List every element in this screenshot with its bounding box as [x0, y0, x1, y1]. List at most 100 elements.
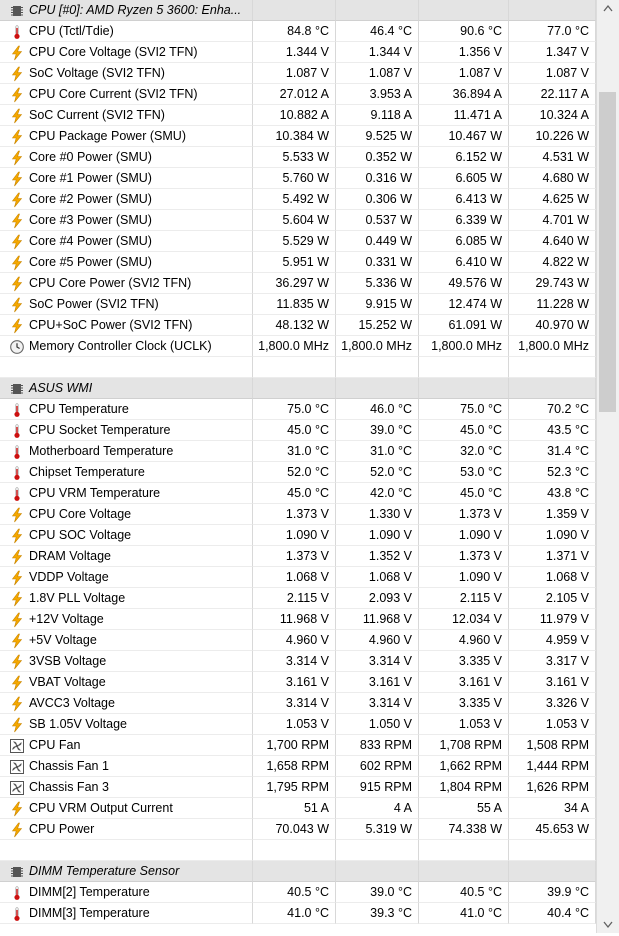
- sensor-row[interactable]: Chassis Fan 3 1,795 RPM 915 RPM 1,804 RPM 1,…: [0, 777, 596, 798]
- sensor-row[interactable]: CPU Power 70.043 W 5.319 W 74.338 W 45.653 W: [0, 819, 596, 840]
- sensor-row[interactable]: Core #3 Power (SMU) 5.604 W 0.537 W 6.339 W…: [0, 210, 596, 231]
- sensor-row[interactable]: SoC Voltage (SVI2 TFN) 1.087 V 1.087 V 1.08…: [0, 63, 596, 84]
- average-value: 31.4 °C: [509, 441, 596, 462]
- minimum-value: 46.4 °C: [336, 21, 419, 42]
- sensor-row[interactable]: Chassis Fan 1 1,658 RPM 602 RPM 1,662 RPM 1,…: [0, 756, 596, 777]
- minimum-value: 1,800.0 MHz: [336, 336, 419, 357]
- average-value: 1.347 V: [509, 42, 596, 63]
- sensor-row[interactable]: Core #5 Power (SMU) 5.951 W 0.331 W 6.410 W…: [0, 252, 596, 273]
- minimum-value: 3.314 V: [336, 693, 419, 714]
- minimum-value: 3.953 A: [336, 84, 419, 105]
- sensor-row[interactable]: Core #2 Power (SMU) 5.492 W 0.306 W 6.413 W…: [0, 189, 596, 210]
- sensor-row[interactable]: AVCC3 Voltage 3.314 V 3.314 V 3.335 V 3.326 …: [0, 693, 596, 714]
- sensor-label: Chassis Fan 3: [0, 777, 253, 798]
- lightning-icon: [9, 108, 25, 124]
- sensor-row[interactable]: CPU SOC Voltage 1.090 V 1.090 V 1.090 V 1.09…: [0, 525, 596, 546]
- sensor-row[interactable]: CPU+SoC Power (SVI2 TFN) 48.132 W 15.252 W…: [0, 315, 596, 336]
- maximum-value: 6.085 W: [419, 231, 509, 252]
- sensor-row[interactable]: 3VSB Voltage 3.314 V 3.314 V 3.335 V 3.317 V: [0, 651, 596, 672]
- maximum-value: 49.576 W: [419, 273, 509, 294]
- current-value: 1,658 RPM: [253, 756, 336, 777]
- current-value: 5.492 W: [253, 189, 336, 210]
- sensor-row[interactable]: SoC Current (SVI2 TFN) 10.882 A 9.118 A 11.…: [0, 105, 596, 126]
- sensor-row[interactable]: DIMM[2] Temperature 40.5 °C 39.0 °C 40.5 °C…: [0, 882, 596, 903]
- sensor-label: CPU Core Voltage (SVI2 TFN): [0, 42, 253, 63]
- sensor-row[interactable]: Core #1 Power (SMU) 5.760 W 0.316 W 6.605 W…: [0, 168, 596, 189]
- sensor-row[interactable]: SoC Power (SVI2 TFN) 11.835 W 9.915 W 12.47…: [0, 294, 596, 315]
- section-header[interactable]: ASUS WMI: [0, 378, 596, 399]
- spacer-cell: [509, 840, 596, 861]
- minimum-value: 2.093 V: [336, 588, 419, 609]
- average-value: 4.822 W: [509, 252, 596, 273]
- lightning-icon: [9, 276, 25, 292]
- scroll-up-arrow-icon[interactable]: [597, 0, 619, 17]
- maximum-value: 1,708 RPM: [419, 735, 509, 756]
- sensor-row[interactable]: CPU VRM Temperature 45.0 °C 42.0 °C 45.0 °C…: [0, 483, 596, 504]
- sensor-row[interactable]: CPU (Tctl/Tdie) 84.8 °C 46.4 °C 90.6 °C 77.0…: [0, 21, 596, 42]
- sensor-label: VDDP Voltage: [0, 567, 253, 588]
- lightning-icon: [9, 150, 25, 166]
- spacer-cell: [419, 357, 509, 378]
- minimum-value: 46.0 °C: [336, 399, 419, 420]
- maximum-value: 1.356 V: [419, 42, 509, 63]
- sensor-row[interactable]: Core #0 Power (SMU) 5.533 W 0.352 W 6.152 W…: [0, 147, 596, 168]
- sensor-row[interactable]: CPU Core Voltage 1.373 V 1.330 V 1.373 V 1.3…: [0, 504, 596, 525]
- minimum-value: 3.314 V: [336, 651, 419, 672]
- sensor-row[interactable]: +5V Voltage 4.960 V 4.960 V 4.960 V 4.959 V: [0, 630, 596, 651]
- minimum-value: 9.525 W: [336, 126, 419, 147]
- sensor-label: CPU Temperature: [0, 399, 253, 420]
- sensor-label: CPU Core Voltage: [0, 504, 253, 525]
- lightning-icon: [9, 654, 25, 670]
- sensor-row[interactable]: DIMM[3] Temperature 41.0 °C 39.3 °C 41.0 °C…: [0, 903, 596, 924]
- sensor-row[interactable]: SB 1.05V Voltage 1.053 V 1.050 V 1.053 V 1.0…: [0, 714, 596, 735]
- sensor-row[interactable]: DRAM Voltage 1.373 V 1.352 V 1.373 V 1.371 V: [0, 546, 596, 567]
- current-value: 5.533 W: [253, 147, 336, 168]
- current-value: 1,700 RPM: [253, 735, 336, 756]
- sensor-row[interactable]: Memory Controller Clock (UCLK) 1,800.0 MH…: [0, 336, 596, 357]
- maximum-value: 3.335 V: [419, 651, 509, 672]
- sensor-row[interactable]: CPU Socket Temperature 45.0 °C 39.0 °C 45.0…: [0, 420, 596, 441]
- sensor-label: SB 1.05V Voltage: [0, 714, 253, 735]
- sensor-row[interactable]: 1.8V PLL Voltage 2.115 V 2.093 V 2.115 V 2.1…: [0, 588, 596, 609]
- sensor-row[interactable]: CPU Core Current (SVI2 TFN) 27.012 A 3.953…: [0, 84, 596, 105]
- header-cell: [419, 378, 509, 399]
- sensor-row[interactable]: CPU Temperature 75.0 °C 46.0 °C 75.0 °C 70.2…: [0, 399, 596, 420]
- spacer-cell: [509, 357, 596, 378]
- sensor-row[interactable]: CPU Core Power (SVI2 TFN) 36.297 W 5.336 W…: [0, 273, 596, 294]
- minimum-value: 11.968 V: [336, 609, 419, 630]
- header-cell: [336, 861, 419, 882]
- sensor-row[interactable]: CPU VRM Output Current 51 A4 A 55 A 34 A: [0, 798, 596, 819]
- sensor-row[interactable]: Core #4 Power (SMU) 5.529 W 0.449 W 6.085 W…: [0, 231, 596, 252]
- sensor-label: VBAT Voltage: [0, 672, 253, 693]
- lightning-icon: [9, 822, 25, 838]
- sensor-label: SoC Power (SVI2 TFN): [0, 294, 253, 315]
- sensor-row[interactable]: CPU Core Voltage (SVI2 TFN) 1.344 V 1.344 …: [0, 42, 596, 63]
- sensor-row[interactable]: +12V Voltage 11.968 V 11.968 V 12.034 V 11.9…: [0, 609, 596, 630]
- current-value: 3.314 V: [253, 651, 336, 672]
- lightning-icon: [9, 171, 25, 187]
- maximum-value: 75.0 °C: [419, 399, 509, 420]
- vertical-scrollbar[interactable]: [596, 0, 619, 933]
- sensor-row[interactable]: Motherboard Temperature 31.0 °C 31.0 °C 32.…: [0, 441, 596, 462]
- section-header[interactable]: DIMM Temperature Sensor: [0, 861, 596, 882]
- thermometer-icon: [9, 24, 25, 40]
- sensor-row[interactable]: CPU Package Power (SMU) 10.384 W 9.525 W 10…: [0, 126, 596, 147]
- current-value: 27.012 A: [253, 84, 336, 105]
- average-value: 1.371 V: [509, 546, 596, 567]
- average-value: 45.653 W: [509, 819, 596, 840]
- current-value: 48.132 W: [253, 315, 336, 336]
- sensor-row[interactable]: VDDP Voltage 1.068 V 1.068 V 1.090 V 1.068 V: [0, 567, 596, 588]
- sensor-row[interactable]: CPU Fan 1,700 RPM 833 RPM 1,708 RPM 1,508 RP…: [0, 735, 596, 756]
- scroll-down-arrow-icon[interactable]: [597, 916, 619, 933]
- lightning-icon: [9, 234, 25, 250]
- maximum-value: 1,804 RPM: [419, 777, 509, 798]
- scrollbar-thumb[interactable]: [599, 92, 616, 412]
- sensor-row[interactable]: VBAT Voltage 3.161 V 3.161 V 3.161 V 3.161 V: [0, 672, 596, 693]
- thermometer-icon: [9, 402, 25, 418]
- sensor-table: CPU [#0]: AMD Ryzen 5 3600: Enha... CPU (…: [0, 0, 596, 924]
- sensor-row[interactable]: Chipset Temperature 52.0 °C 52.0 °C 53.0 °C…: [0, 462, 596, 483]
- lightning-icon: [9, 675, 25, 691]
- section-header[interactable]: CPU [#0]: AMD Ryzen 5 3600: Enha...: [0, 0, 596, 21]
- lightning-icon: [9, 507, 25, 523]
- average-value: 34 A: [509, 798, 596, 819]
